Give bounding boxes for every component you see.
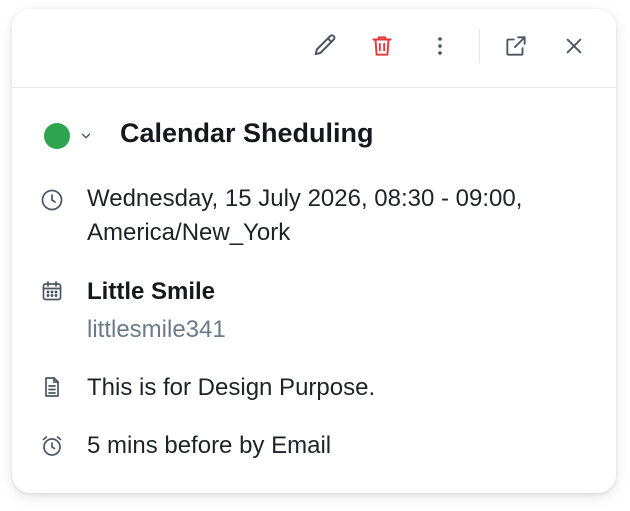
event-description: This is for Design Purpose. <box>87 374 376 401</box>
calendar-user: littlesmile341 <box>87 316 226 343</box>
event-details-card: Calendar Sheduling Wednesday, 15 July 20… <box>12 9 616 493</box>
open-external-button[interactable] <box>499 29 533 63</box>
clock-icon <box>40 188 64 212</box>
trash-icon <box>369 33 395 59</box>
more-options-button[interactable] <box>423 29 457 63</box>
chevron-down-icon <box>78 128 94 144</box>
close-icon <box>563 35 585 57</box>
delete-button[interactable] <box>365 29 399 63</box>
calendar-name: Little Smile <box>87 278 216 305</box>
status-dot <box>44 123 70 149</box>
pencil-icon <box>311 32 339 60</box>
edit-button[interactable] <box>308 29 342 63</box>
more-vertical-icon <box>428 33 452 59</box>
toolbar-divider <box>479 29 480 63</box>
event-datetime: Wednesday, 15 July 2026, 08:30 - 09:00, … <box>87 182 522 250</box>
timezone-line: America/New_York <box>87 219 291 246</box>
event-title: Calendar Sheduling <box>120 118 374 148</box>
calendar-icon <box>40 279 64 303</box>
alarm-clock-icon <box>40 434 64 458</box>
datetime-line: Wednesday, 15 July 2026, 08:30 - 09:00, <box>87 185 523 212</box>
event-reminder: 5 mins before by Email <box>87 432 332 459</box>
external-link-icon <box>503 33 529 59</box>
close-button[interactable] <box>557 29 591 63</box>
document-icon <box>40 375 64 399</box>
status-selector[interactable] <box>44 117 94 155</box>
card-toolbar <box>12 9 616 88</box>
